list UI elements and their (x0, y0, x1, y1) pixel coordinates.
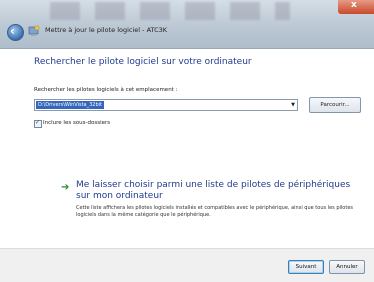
title-bar: ‹ Mettre à jour le pilote logiciel - ATC… (0, 0, 374, 49)
glass-background (50, 2, 290, 20)
driver-update-icon (28, 25, 40, 36)
page-heading: Rechercher le pilote logiciel sur votre … (34, 57, 252, 67)
location-combobox[interactable]: D:\Drivers\WinVista_32bit ▼ (34, 99, 298, 111)
next-button[interactable]: Suivant (288, 260, 324, 274)
window-title: Mettre à jour le pilote logiciel - ATC3K (45, 26, 168, 34)
checkmark-icon: ✓ (35, 119, 41, 126)
chevron-down-icon[interactable]: ▼ (291, 101, 295, 109)
location-value[interactable]: D:\Drivers\WinVista_32bit (36, 101, 105, 109)
browse-button[interactable]: Parcourir... (309, 97, 361, 113)
green-arrow-icon: ➔ (61, 182, 70, 193)
close-icon: x (351, 0, 357, 10)
back-arrow-icon: ‹ (10, 24, 15, 38)
location-label: Rechercher les pilotes logiciels à cet e… (34, 87, 178, 93)
cancel-button[interactable]: Annuler (329, 260, 365, 274)
include-subfolders-checkbox[interactable]: ✓ (34, 119, 42, 128)
pick-from-list-description: Cette liste affichera les pilotes logici… (76, 205, 353, 218)
pick-from-list-link[interactable]: Me laisser choisir parmi une liste de pi… (76, 180, 361, 202)
include-subfolders-label[interactable]: Inclure les sous-dossiers (43, 120, 110, 126)
back-button[interactable]: ‹ (7, 24, 24, 41)
close-button[interactable]: x (338, 0, 374, 14)
